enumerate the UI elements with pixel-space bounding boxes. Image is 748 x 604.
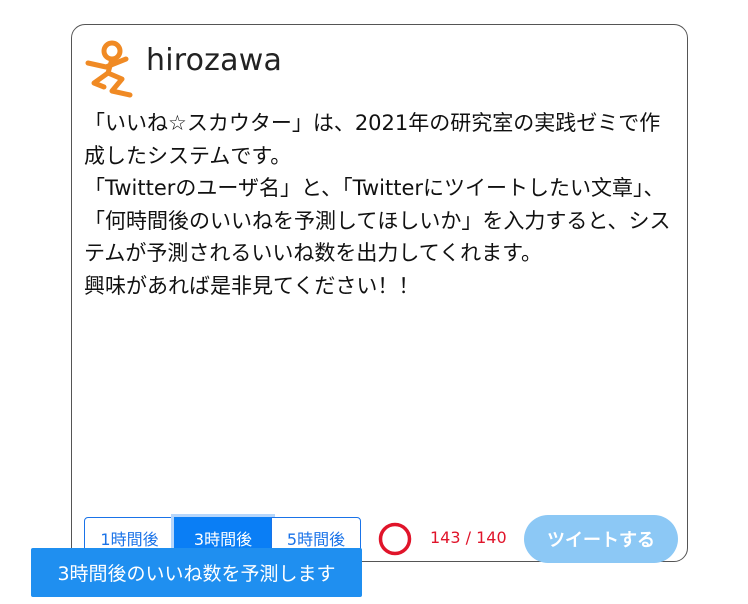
tweet-text-area[interactable]: 「いいね☆スカウター」は、2021年の研究室の実践ゼミで作成したシステムです。 … xyxy=(84,107,680,302)
character-counter: 143 / 140 xyxy=(430,528,507,547)
tweet-button[interactable]: ツイートする xyxy=(524,515,678,563)
tweet-composer-card: hirozawa 「いいね☆スカウター」は、2021年の研究室の実践ゼミで作成し… xyxy=(71,24,688,562)
username: hirozawa xyxy=(146,43,283,78)
character-limit-ring-icon xyxy=(378,522,412,556)
stick-figure-logo-icon xyxy=(85,40,133,98)
prediction-tooltip: 3時間後のいいね数を予測します xyxy=(31,548,362,597)
